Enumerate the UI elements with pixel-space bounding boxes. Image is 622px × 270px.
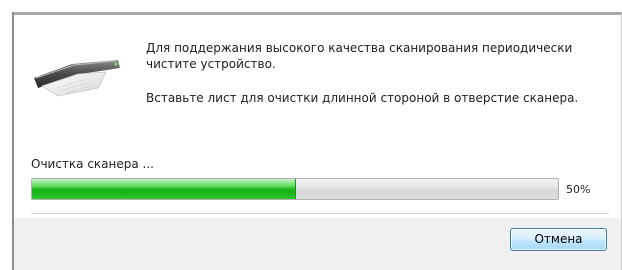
cleaning-message-1: Для поддержания высокого качества сканир… [146,41,573,71]
scanner-icon [34,60,120,97]
status-label: Очистка сканера ... [31,157,154,171]
progress-bar [31,178,559,200]
progress-bar-fill [32,179,296,199]
cancel-button[interactable]: Отмена [510,228,607,251]
cleaning-message-2: Вставьте лист для очистки длинной сторон… [146,91,579,105]
divider [31,213,609,214]
scanner-cleaning-dialog: Для поддержания высокого качества сканир… [0,0,622,270]
progress-percent: 50% [566,183,591,196]
